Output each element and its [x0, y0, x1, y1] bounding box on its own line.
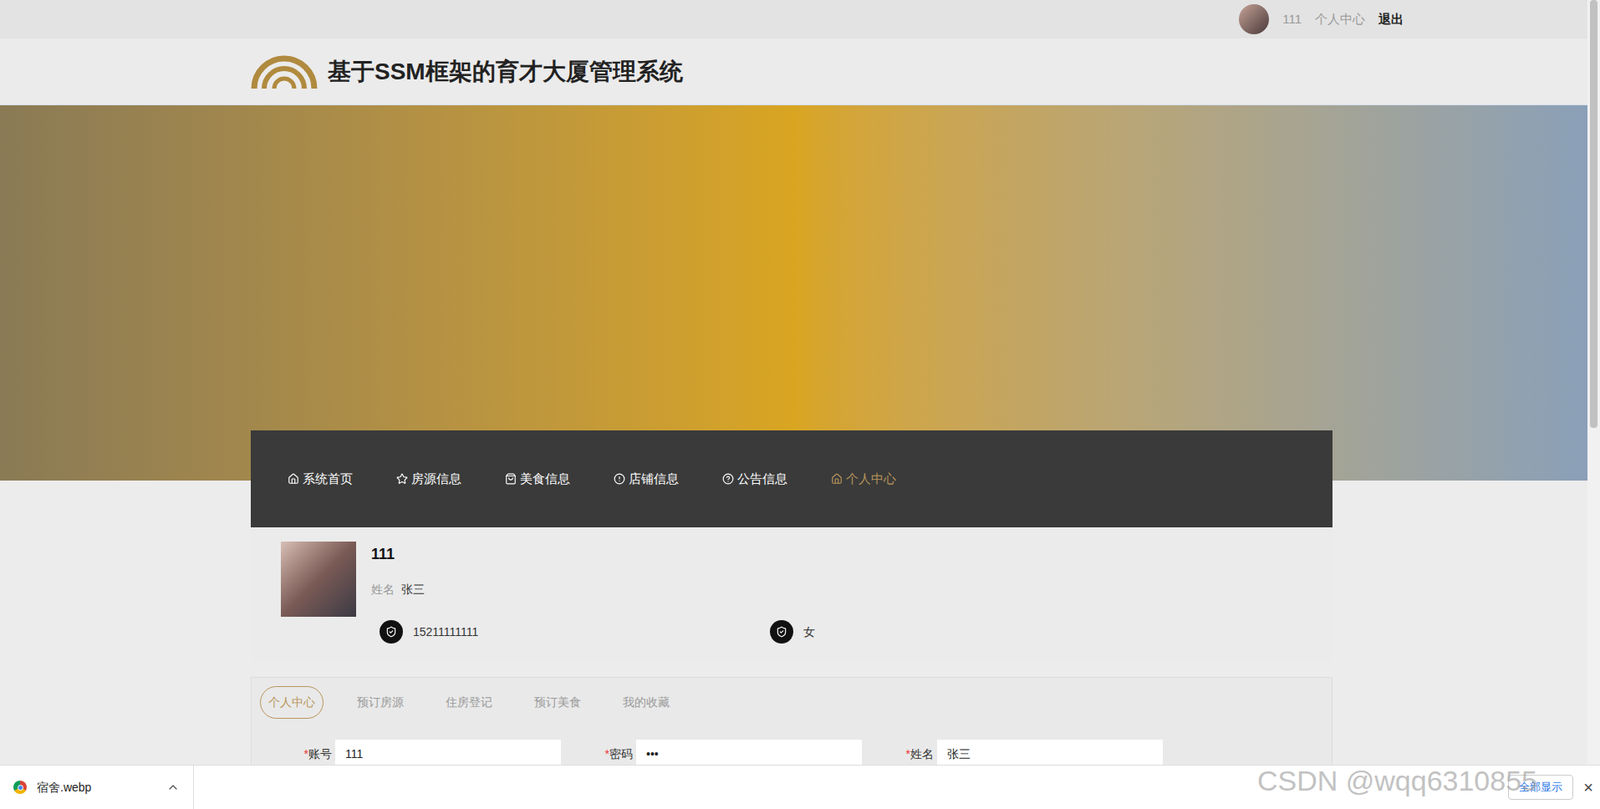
browser-page: 111个人中心退出基于SSM框架的育才大厦管理系统系统首页房源信息美食信息店铺信…: [0, 0, 1600, 809]
form-field: *账号111: [290, 739, 592, 765]
nav-icon: [396, 473, 408, 485]
shield-icon: [769, 620, 794, 644]
field-label: *姓名: [891, 745, 934, 764]
chrome-icon: [13, 780, 27, 795]
field-input[interactable]: •••: [636, 739, 862, 765]
nav-icon: [722, 473, 734, 485]
tab[interactable]: 预订美食: [525, 686, 590, 719]
shield-icon: [379, 620, 403, 644]
username: 111: [1282, 10, 1302, 30]
nav-item[interactable]: 店铺信息: [613, 469, 679, 490]
top-link[interactable]: 退出: [1378, 10, 1404, 30]
download-bar: 宿舍.webp 全部显示 ×: [0, 764, 1600, 809]
profile-info: 女: [769, 620, 1161, 644]
profile-card: 111 姓名张三 15211111111女: [250, 527, 1333, 662]
nav-icon: [613, 473, 626, 485]
download-item[interactable]: 宿舍.webp: [0, 765, 194, 809]
nav-item[interactable]: 公告信息: [722, 469, 788, 490]
scrollbar-thumb[interactable]: [1589, 0, 1598, 429]
site-title: 基于SSM框架的育才大厦管理系统: [327, 54, 683, 90]
tab[interactable]: 住房登记: [437, 686, 501, 719]
form-field: *密码•••: [591, 739, 892, 765]
nav-item[interactable]: 系统首页: [287, 469, 353, 490]
tab[interactable]: 预订房源: [348, 686, 413, 719]
form-field: *姓名张三: [891, 739, 1193, 765]
nav-bar: 系统首页 房源信息 美食信息 店铺信息 公告信息 个人中心: [250, 430, 1333, 528]
profile-avatar: [280, 541, 357, 617]
user-avatar[interactable]: [1238, 4, 1269, 35]
nav-item[interactable]: 个人中心: [830, 469, 897, 490]
tab[interactable]: 个人中心: [259, 686, 324, 719]
field-input[interactable]: 张三: [937, 739, 1163, 765]
show-all-button[interactable]: 全部显示: [1508, 774, 1574, 800]
profile-name: 111: [371, 543, 425, 566]
profile-field: 姓名张三: [371, 580, 425, 599]
tab[interactable]: 我的收藏: [614, 686, 678, 719]
scrollbar[interactable]: [1587, 0, 1600, 765]
chevron-up-icon[interactable]: [166, 780, 180, 795]
nav-icon: [504, 473, 517, 485]
center-panel: 个人中心预订房源住房登记预订美食我的收藏*账号111*密码•••*姓名张三: [250, 677, 1333, 765]
top-link[interactable]: 个人中心: [1314, 10, 1366, 30]
profile-form: *账号111*密码•••*姓名张三: [259, 739, 1324, 765]
banner-image: [0, 105, 1588, 481]
watermark: CSDN @wqq6310855: [1257, 759, 1538, 803]
close-button[interactable]: ×: [1583, 774, 1594, 800]
nav-item[interactable]: 美食信息: [504, 469, 571, 490]
tab-list: 个人中心预订房源住房登记预订美食我的收藏: [259, 686, 1324, 719]
field-label: *账号: [290, 745, 332, 764]
logo-icon: [250, 51, 318, 92]
page-content: 111个人中心退出基于SSM框架的育才大厦管理系统系统首页房源信息美食信息店铺信…: [0, 0, 1588, 765]
nav-item[interactable]: 房源信息: [396, 469, 462, 490]
field-input[interactable]: 111: [335, 739, 561, 765]
nav-icon: [287, 473, 300, 485]
header: 基于SSM框架的育才大厦管理系统: [0, 38, 1588, 106]
nav-icon: [830, 473, 843, 485]
field-label: *密码: [591, 745, 633, 764]
top-bar: 111 个人中心退出: [0, 0, 1588, 39]
profile-info: 15211111111: [379, 620, 770, 644]
